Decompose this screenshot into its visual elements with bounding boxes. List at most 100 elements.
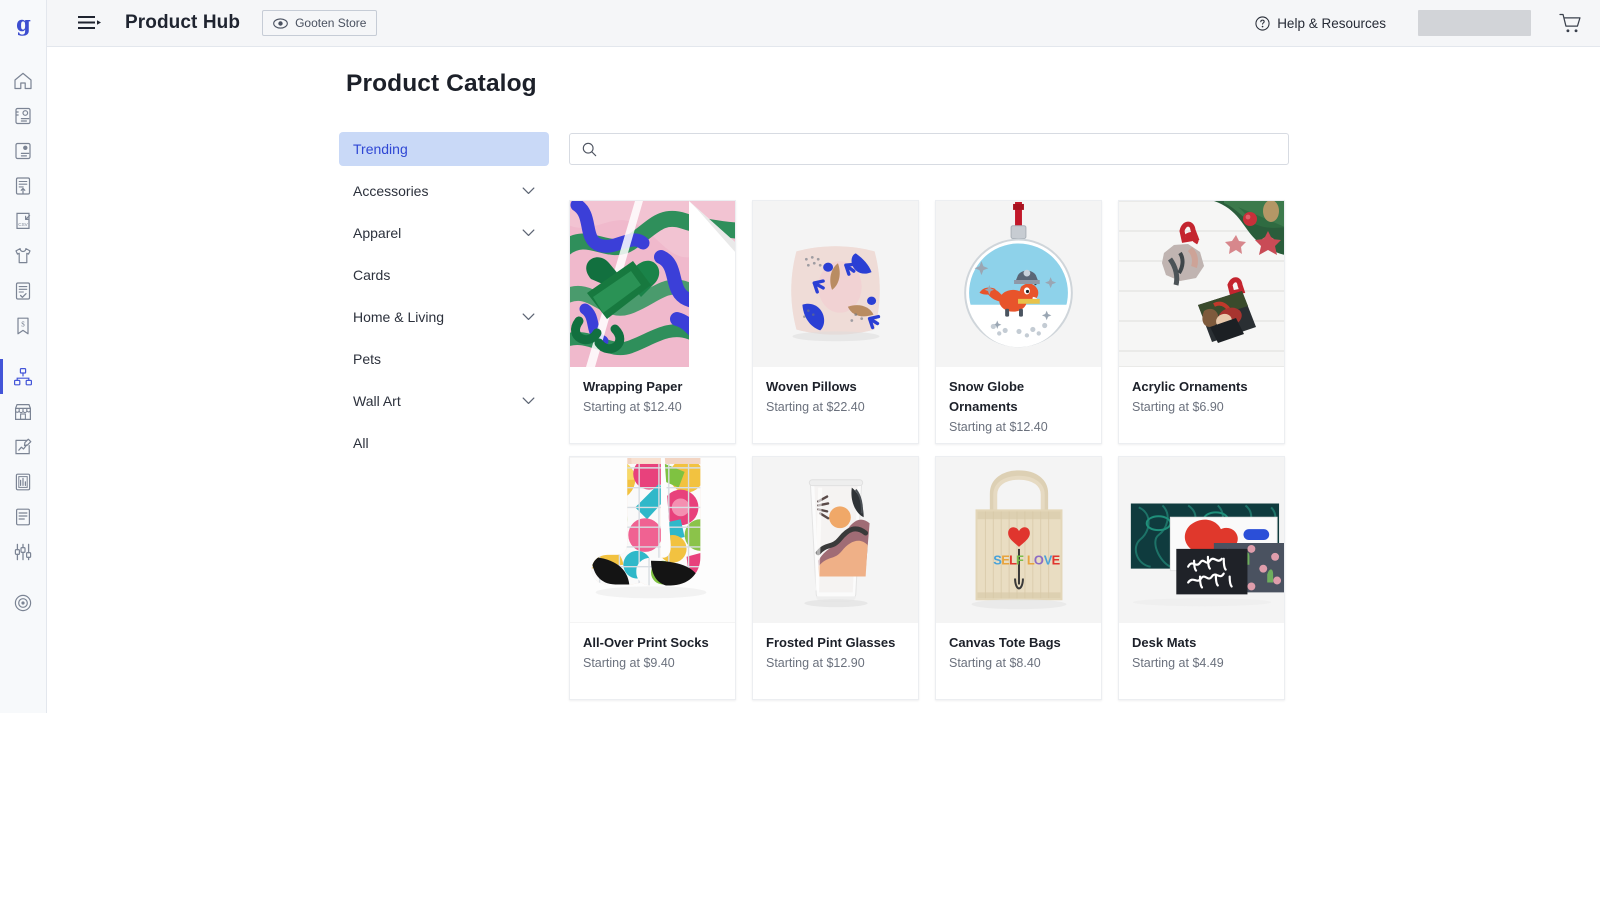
product-card[interactable]: Desk Mats Starting at $4.49: [1118, 456, 1285, 700]
product-card-body: Acrylic Ornaments Starting at $6.90: [1119, 367, 1284, 414]
document-check-icon[interactable]: [0, 273, 47, 308]
category-label: Trending: [353, 141, 408, 157]
product-price: Starting at $8.40: [949, 656, 1041, 671]
bookmark-dollar-icon[interactable]: $: [0, 308, 47, 343]
chevron-down-icon[interactable]: [522, 187, 535, 195]
rail-spacer: [0, 343, 47, 359]
category-item-apparel[interactable]: Apparel: [339, 216, 549, 250]
product-card[interactable]: Acrylic Ornaments Starting at $6.90: [1118, 200, 1285, 444]
store-chip-label: Gooten Store: [295, 16, 367, 30]
rail-spacer: [0, 569, 47, 585]
product-grid: Wrapping Paper Starting at $12.40 Woven P…: [569, 200, 1291, 700]
menu-icon[interactable]: [73, 6, 107, 40]
category-item-trending[interactable]: Trending: [339, 132, 549, 166]
category-item-wall-art[interactable]: Wall Art: [339, 384, 549, 418]
category-item-all[interactable]: All: [339, 426, 549, 460]
search-input[interactable]: [607, 134, 1276, 164]
rail-icon-list: CSV $: [0, 63, 47, 620]
product-price: Starting at $9.40: [583, 656, 675, 671]
product-name: Snow Globe Ornaments: [949, 379, 1025, 415]
svg-text:$: $: [21, 320, 25, 328]
contact-card-icon[interactable]: [0, 98, 47, 133]
category-label: Cards: [353, 267, 391, 283]
product-card-body: Snow Globe Ornaments Starting at $12.40: [936, 367, 1101, 434]
document-upload-icon[interactable]: [0, 168, 47, 203]
product-price: Starting at $12.40: [583, 400, 682, 415]
product-card-body: Wrapping Paper Starting at $12.40: [570, 367, 735, 414]
product-card[interactable]: Frosted Pint Glasses Starting at $12.90: [752, 456, 919, 700]
product-price: Starting at $22.40: [766, 400, 865, 415]
category-label: Wall Art: [353, 393, 401, 409]
product-name: Woven Pillows: [766, 379, 857, 394]
top-bar-actions: Help & Resources: [1255, 0, 1600, 47]
contact-card-alt-icon[interactable]: [0, 133, 47, 168]
home-icon[interactable]: [0, 63, 47, 98]
category-item-home-living[interactable]: Home & Living: [339, 300, 549, 334]
product-card[interactable]: Snow Globe Ornaments Starting at $12.40: [935, 200, 1102, 444]
primary-nav-rail: g CSV $: [0, 0, 47, 713]
top-bar: Product Hub Gooten Store Help & Resource…: [47, 0, 1600, 47]
tshirt-icon[interactable]: [0, 238, 47, 273]
product-price: Starting at $12.40: [949, 420, 1048, 435]
product-card[interactable]: Wrapping Paper Starting at $12.40: [569, 200, 736, 444]
report-chart-icon[interactable]: [0, 464, 47, 499]
target-icon[interactable]: [0, 585, 47, 620]
chevron-down-icon[interactable]: [522, 229, 535, 237]
store-preview-button[interactable]: Gooten Store: [262, 10, 378, 36]
question-circle-icon: [1255, 15, 1270, 31]
category-label: All: [353, 435, 369, 451]
svg-text:E: E: [1052, 553, 1061, 568]
product-price: Starting at $12.90: [766, 656, 865, 671]
chevron-down-icon[interactable]: [522, 397, 535, 405]
csv-import-icon[interactable]: CSV: [0, 203, 47, 238]
help-resources-link[interactable]: Help & Resources: [1255, 16, 1386, 31]
product-hub-icon[interactable]: [0, 359, 47, 394]
product-name: Canvas Tote Bags: [949, 635, 1061, 650]
storefront-icon[interactable]: [0, 394, 47, 429]
product-name: All-Over Print Socks: [583, 635, 709, 650]
catalog-heading: Product Catalog: [346, 70, 537, 97]
category-item-cards[interactable]: Cards: [339, 258, 549, 292]
product-card-body: Frosted Pint Glasses Starting at $12.90: [753, 623, 918, 670]
category-sidebar: Trending Accessories Apparel Cards Home & Li…: [339, 132, 549, 468]
svg-text:F: F: [1016, 553, 1024, 568]
category-label: Apparel: [353, 225, 402, 241]
product-name: Acrylic Ornaments: [1132, 379, 1248, 394]
svg-text:CSV: CSV: [18, 222, 28, 227]
main-content: Product Catalog Trending Accessories Appar…: [47, 47, 1600, 900]
product-card-body: All-Over Print Socks Starting at $9.40: [570, 623, 735, 670]
product-name: Desk Mats: [1132, 635, 1197, 650]
search-icon: [582, 142, 597, 157]
product-price: Starting at $6.90: [1132, 400, 1224, 415]
product-name: Wrapping Paper: [583, 379, 683, 394]
product-thumbnail: [1119, 201, 1284, 367]
product-card[interactable]: All-Over Print Socks Starting at $9.40: [569, 456, 736, 700]
product-price: Starting at $4.49: [1132, 656, 1224, 671]
product-thumbnail: [936, 201, 1101, 367]
category-label: Accessories: [353, 183, 429, 199]
product-name: Frosted Pint Glasses: [766, 635, 896, 650]
account-menu-placeholder[interactable]: [1418, 10, 1531, 36]
product-thumbnail: S E L F L O V E: [936, 457, 1101, 623]
product-thumbnail: [753, 201, 918, 367]
product-thumbnail: [570, 457, 735, 623]
product-card-body: Woven Pillows Starting at $22.40: [753, 367, 918, 414]
product-card-body: Canvas Tote Bags Starting at $8.40: [936, 623, 1101, 670]
gooten-logo[interactable]: g: [0, 0, 47, 47]
help-resources-label: Help & Resources: [1277, 15, 1386, 31]
category-item-pets[interactable]: Pets: [339, 342, 549, 376]
category-item-accessories[interactable]: Accessories: [339, 174, 549, 208]
category-label: Pets: [353, 351, 382, 367]
document-lines-icon[interactable]: [0, 499, 47, 534]
product-card[interactable]: Woven Pillows Starting at $22.40: [752, 200, 919, 444]
shopping-cart-icon[interactable]: [1559, 13, 1582, 34]
analytics-edit-icon[interactable]: [0, 429, 47, 464]
product-thumbnail: [570, 201, 735, 367]
settings-sliders-icon[interactable]: [0, 534, 47, 569]
search-bar[interactable]: [569, 133, 1289, 165]
product-card[interactable]: S E L F L O V E Canvas Tote Bags Starting…: [935, 456, 1102, 700]
product-thumbnail: [753, 457, 918, 623]
product-thumbnail: [1119, 457, 1284, 623]
category-label: Home & Living: [353, 309, 445, 325]
chevron-down-icon[interactable]: [522, 313, 535, 321]
